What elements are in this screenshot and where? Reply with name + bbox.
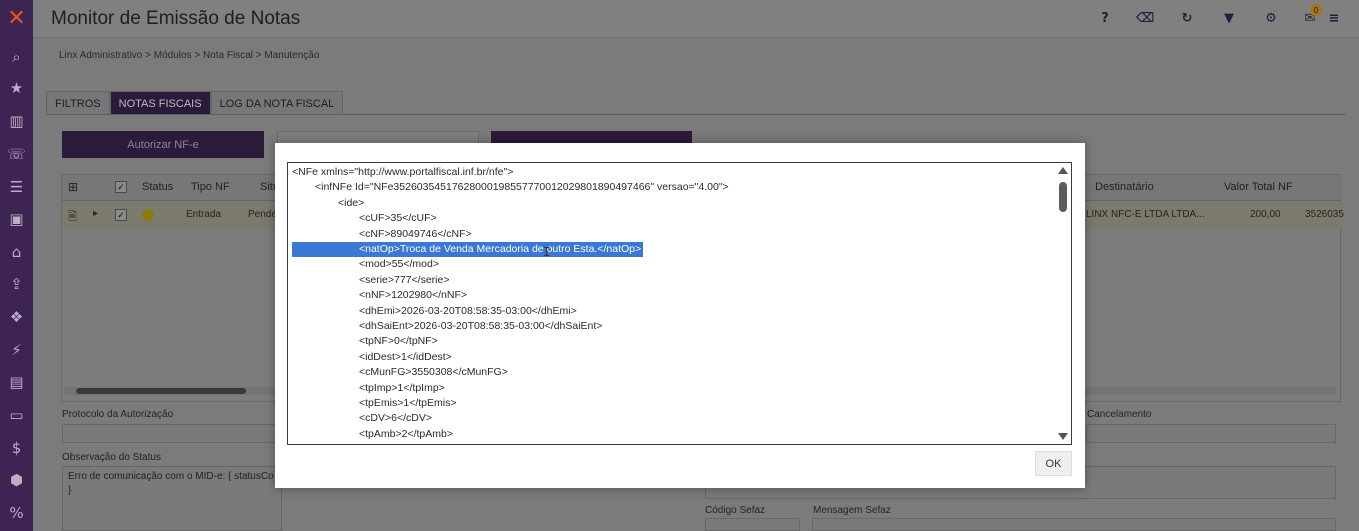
phone-icon[interactable]: ☏ (0, 141, 33, 167)
xml-line: <serie>777</serie> (359, 273, 450, 286)
gear-icon[interactable]: ⚙ (1262, 9, 1280, 27)
filter-icon[interactable]: ▼ (1220, 9, 1238, 27)
row-valor-total: 200,00 (1250, 209, 1281, 220)
xml-line: <cDV>6</cDV> (359, 412, 432, 425)
xml-line: <ide> (338, 196, 365, 209)
xml-line: <cMunFG>3550308</cMunFG> (359, 366, 508, 379)
xml-text-area[interactable]: <NFe xmlns="http://www.portalfiscal.inf.… (287, 162, 1072, 445)
scroll-up-icon[interactable] (1058, 167, 1068, 174)
help-icon[interactable]: ? (1096, 9, 1114, 27)
header-tipo-nf[interactable]: Tipo NF (191, 181, 230, 193)
monitor-icon[interactable]: ▭ (0, 402, 33, 428)
chart-icon[interactable]: ▤ (0, 369, 33, 395)
eraser-icon[interactable]: ⌫ (1136, 9, 1154, 27)
breadcrumb: Linx Administrativo > Módulos > Nota Fis… (59, 50, 320, 61)
left-nav: ✕ ⌕ ★ ▥ ☏ ☰ ▣ ⌂ ⇪ ❖ ⚡ ▤ ▭ $ ⬢ % (0, 0, 33, 531)
basket-icon[interactable]: ⌂ (0, 239, 33, 265)
xml-line-selected: <natOp>Troca de Venda Mercadoria de outr… (292, 242, 644, 257)
header-valor-total[interactable]: Valor Total NF (1224, 181, 1293, 193)
dollar-icon[interactable]: $ (0, 435, 33, 461)
codigo-sefaz-field[interactable] (705, 518, 800, 531)
upload-icon[interactable]: ⇪ (0, 271, 33, 297)
top-bar: Monitor de Emissão de Notas ? ⌫ ↻ ▼ ⚙ ✉ … (33, 0, 1359, 38)
cubes-icon[interactable]: ⬢ (0, 467, 33, 493)
row-chave: 3526035 (1305, 209, 1344, 220)
xml-file-icon[interactable]: 🗎 (68, 208, 77, 227)
percent-icon[interactable]: % (0, 500, 33, 526)
tab-bar: FILTROS NOTAS FISCAIS LOG DA NOTA FISCAL (46, 91, 344, 115)
observacao-text-line1: Erro de comunicação com o MID-e: { statu… (68, 471, 274, 482)
id-card-icon[interactable]: ▣ (0, 206, 33, 232)
mensagem-sefaz-field[interactable] (812, 518, 1336, 531)
xml-line: <dhSaiEnt>2026-03-20T08:58:35-03:00</dhS… (359, 320, 603, 332)
xml-line: <infNFe Id="NFe3526035451762800019855777… (315, 181, 729, 194)
xml-line: <idDest>1</idDest> (359, 350, 452, 363)
observacao-label: Observação do Status (62, 452, 161, 463)
codigo-sefaz-label: Código Sefaz (705, 505, 766, 516)
refresh-icon[interactable]: ↻ (1178, 9, 1196, 27)
status-indicator (142, 209, 154, 221)
grid-columns-icon[interactable]: ⊞ (68, 180, 78, 194)
scroll-down-icon[interactable] (1058, 433, 1068, 440)
xml-line: <mod>55</mod> (359, 258, 439, 271)
xml-line: <tpEmis>1</tpEmis> (359, 397, 457, 409)
star-icon[interactable]: ★ (0, 75, 33, 101)
row-situacao: Pende (248, 209, 277, 220)
linx-logo-icon[interactable]: ✕ (0, 0, 33, 36)
tab-filtros[interactable]: FILTROS (46, 91, 110, 115)
cancelamento-field[interactable] (1086, 424, 1336, 443)
scrollbar-thumb[interactable] (76, 388, 246, 394)
notification-badge: 0 (1310, 4, 1322, 16)
xml-line: <tpAmb>2</tpAmb> (359, 427, 453, 440)
xml-line: <NFe xmlns="http://www.portalfiscal.inf.… (292, 166, 514, 178)
search-icon[interactable]: ⌕ (0, 44, 33, 70)
tab-notas-fiscais[interactable]: NOTAS FISCAIS (109, 91, 211, 115)
vertical-scrollbar[interactable] (1055, 163, 1071, 444)
xml-line: <tpImp>1</tpImp> (359, 381, 445, 394)
row-destinatario: LINX NFC-E LTDA LTDA... (1086, 209, 1205, 220)
menu-icon[interactable]: ≡ (1325, 9, 1343, 27)
xml-line: <nNF>1202980</nNF> (359, 289, 467, 302)
autorizar-nfe-button[interactable]: Autorizar NF-e (62, 131, 264, 158)
header-status[interactable]: Status (142, 181, 173, 193)
page-title: Monitor de Emissão de Notas (51, 8, 301, 29)
protocolo-label: Protocolo da Autorização (62, 409, 174, 420)
tab-log-nota-fiscal[interactable]: LOG DA NOTA FISCAL (210, 91, 344, 115)
tab-divider (46, 114, 1346, 115)
mensagem-sefaz-label: Mensagem Sefaz (813, 505, 891, 516)
xml-viewer-modal: <NFe xmlns="http://www.portalfiscal.inf.… (275, 143, 1085, 488)
xml-line: <finNFe>4</finNFe> (359, 442, 454, 444)
xml-line: <cNF>89049746</cNF> (359, 227, 472, 240)
cancelamento-label: Cancelamento (1087, 409, 1152, 420)
row-checkbox[interactable]: ✓ (115, 209, 127, 221)
observacao-text-line2: } (68, 485, 72, 496)
list-icon[interactable]: ☰ (0, 174, 33, 200)
dropbox-icon[interactable]: ❖ (0, 304, 33, 330)
select-all-checkbox[interactable]: ✓ (115, 181, 127, 193)
scrollbar-thumb[interactable] (1059, 182, 1067, 212)
xml-line: <tpNF>0</tpNF> (359, 335, 438, 348)
row-tipo-nf: Entrada (186, 209, 222, 220)
protocolo-field[interactable] (62, 424, 282, 443)
xml-line: <dhEmi>2026-03-20T08:58:35-03:00</dhEmi> (359, 304, 577, 317)
ok-button[interactable]: OK (1035, 451, 1072, 476)
expand-row-icon[interactable]: ▸ (93, 208, 98, 219)
text-cursor-icon: I (543, 245, 551, 259)
header-destinatario[interactable]: Destinatário (1095, 181, 1154, 193)
plug-icon[interactable]: ⚡ (0, 337, 33, 363)
xml-line: <cUF>35</cUF> (359, 212, 437, 225)
bar-chart-icon[interactable]: ▥ (0, 108, 33, 134)
